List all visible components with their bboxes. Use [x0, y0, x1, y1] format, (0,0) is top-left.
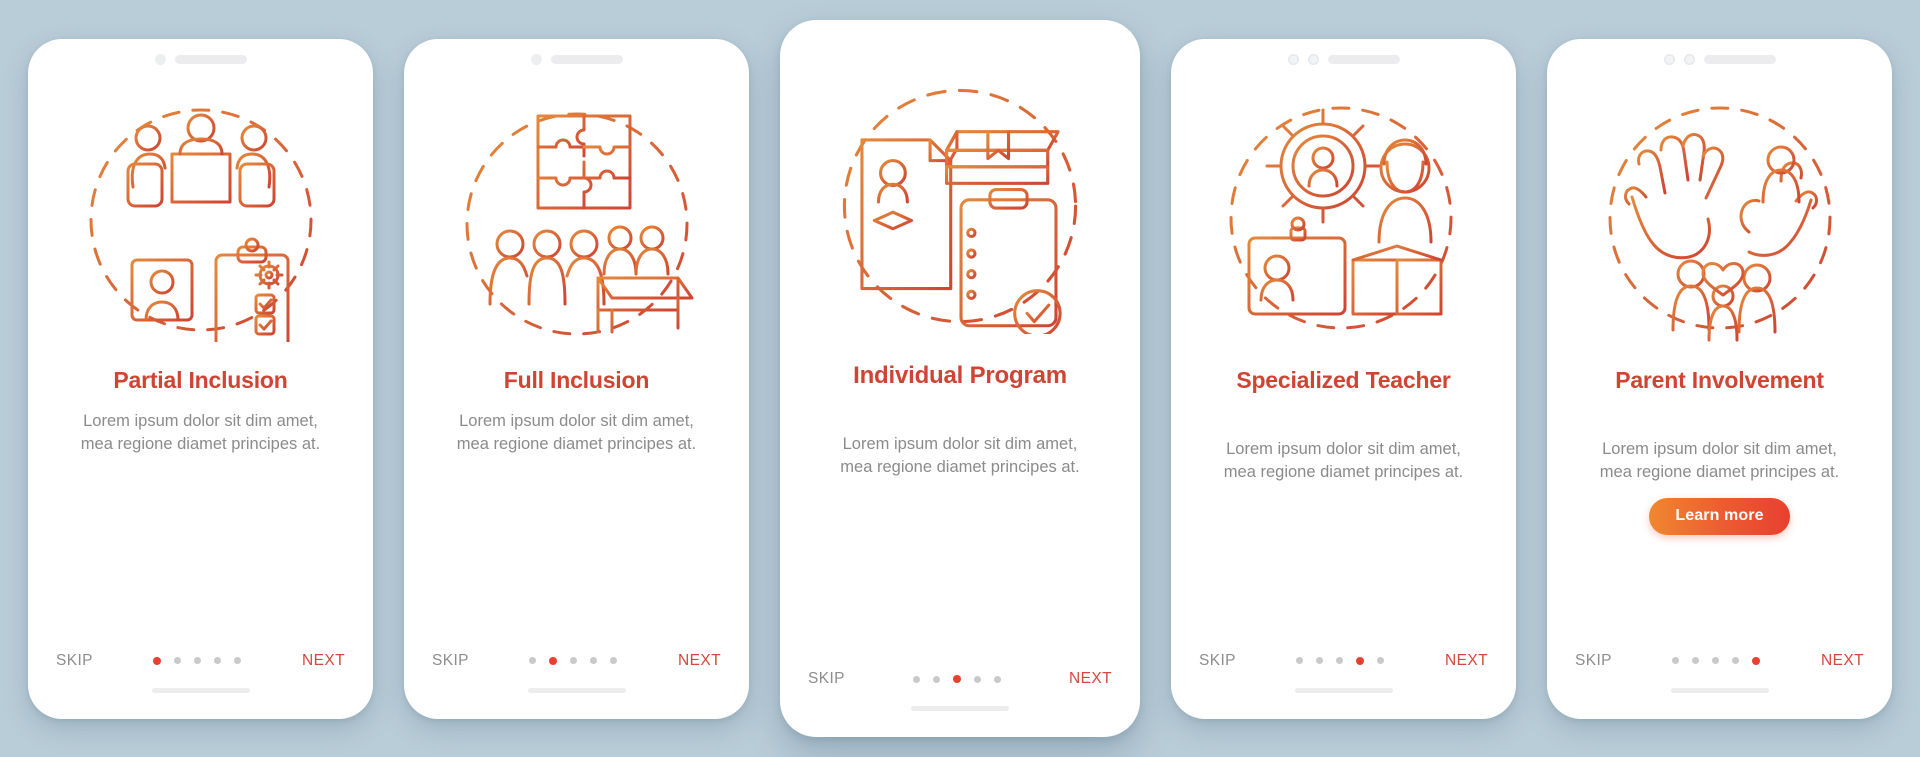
- speaker-icon: [1327, 55, 1400, 64]
- skip-button[interactable]: SKIP: [1199, 652, 1236, 670]
- phone-notch: [1191, 43, 1496, 77]
- step-dot-4[interactable]: [214, 657, 222, 664]
- onboarding-screens-stage: Partial Inclusion Lorem ipsum dolor sit …: [0, 0, 1920, 757]
- home-indicator: [1294, 687, 1393, 693]
- next-button[interactable]: NEXT: [302, 652, 345, 670]
- step-dot-3[interactable]: [194, 657, 202, 664]
- home-indicator: [911, 706, 1009, 711]
- step-dot-5[interactable]: [234, 657, 242, 664]
- step-dot-4[interactable]: [590, 657, 598, 664]
- sensor-icon: [1307, 54, 1319, 65]
- skip-button[interactable]: SKIP: [1575, 652, 1612, 670]
- skip-button[interactable]: SKIP: [56, 652, 93, 670]
- skip-button[interactable]: SKIP: [432, 652, 469, 670]
- step-dot-5[interactable]: [610, 657, 618, 664]
- onboarding-nav: SKIP NEXT: [800, 670, 1120, 688]
- screen-body-text: Lorem ipsum dolor sit dim amet, mea regi…: [840, 435, 1080, 477]
- screen-title: Parent Involvement: [1615, 366, 1824, 393]
- phone-screen-specialized-teacher: Specialized Teacher Lorem ipsum dolor si…: [1171, 38, 1516, 719]
- learn-more-button[interactable]: Learn more: [1649, 498, 1790, 536]
- step-dot-1[interactable]: [1672, 657, 1680, 664]
- step-dot-1[interactable]: [529, 657, 537, 664]
- step-dot-5[interactable]: [1377, 657, 1385, 664]
- camera-icon: [1287, 54, 1299, 65]
- screen-title: Full Inclusion: [503, 366, 650, 393]
- speaker-icon: [1703, 55, 1776, 64]
- camera-icon: [1663, 54, 1675, 65]
- step-dot-2[interactable]: [1316, 657, 1324, 664]
- phone-notch: [48, 43, 353, 77]
- screen-body-text: Lorem ipsum dolor sit dim amet, mea regi…: [80, 411, 321, 453]
- step-dot-4[interactable]: [973, 675, 981, 683]
- phone-notch: [424, 43, 729, 77]
- phone-screen-partial-inclusion: Partial Inclusion Lorem ipsum dolor sit …: [28, 38, 373, 719]
- next-button[interactable]: NEXT: [1069, 670, 1112, 688]
- illustration-gear-person-badge-teacher: [1191, 81, 1496, 353]
- camera-icon: [154, 54, 166, 65]
- phone-screen-parent-involvement: Parent Involvement Lorem ipsum dolor sit…: [1547, 38, 1892, 719]
- home-indicator: [527, 687, 626, 693]
- home-indicator: [1670, 687, 1769, 693]
- phone-screen-full-inclusion: Full Inclusion Lorem ipsum dolor sit dim…: [404, 38, 749, 719]
- step-dots: [529, 656, 618, 665]
- illustration-meeting-table-org-chart-checklist: [48, 81, 353, 353]
- phone-notch: [1567, 43, 1872, 77]
- step-dots: [912, 675, 1001, 683]
- step-dots: [1672, 656, 1761, 665]
- step-dots: [1296, 656, 1385, 665]
- illustration-resume-books-checklist: [800, 62, 1120, 348]
- onboarding-nav: SKIP NEXT: [1191, 652, 1496, 670]
- home-indicator: [151, 687, 250, 693]
- screen-title: Specialized Teacher: [1236, 366, 1451, 393]
- step-dot-1[interactable]: [912, 675, 920, 683]
- step-dot-1[interactable]: [1296, 657, 1304, 664]
- onboarding-nav: SKIP NEXT: [424, 652, 729, 670]
- sensor-icon: [1683, 54, 1695, 65]
- screen-body-text: Lorem ipsum dolor sit dim amet, mea regi…: [1223, 439, 1464, 481]
- step-dot-3[interactable]: [952, 675, 961, 683]
- camera-icon: [530, 54, 542, 65]
- step-dot-1[interactable]: [153, 656, 162, 665]
- step-dot-3[interactable]: [570, 657, 578, 664]
- step-dot-3[interactable]: [1712, 657, 1720, 664]
- next-button[interactable]: NEXT: [1445, 652, 1488, 670]
- illustration-puzzle-people-classroom: [424, 81, 729, 353]
- step-dot-3[interactable]: [1336, 657, 1344, 664]
- onboarding-nav: SKIP NEXT: [48, 652, 353, 670]
- step-dot-2[interactable]: [549, 656, 558, 665]
- step-dots: [153, 656, 242, 665]
- speaker-icon: [550, 55, 623, 64]
- illustration-hands-family-heart: [1567, 81, 1872, 353]
- skip-button[interactable]: SKIP: [808, 670, 845, 688]
- next-button[interactable]: NEXT: [678, 652, 721, 670]
- step-dot-4[interactable]: [1356, 656, 1365, 665]
- step-dot-2[interactable]: [1692, 657, 1700, 664]
- speaker-icon: [174, 55, 247, 64]
- step-dot-2[interactable]: [174, 657, 182, 664]
- screen-title: Partial Inclusion: [113, 366, 288, 393]
- phone-screen-individual-program: Individual Program Lorem ipsum dolor sit…: [780, 20, 1140, 737]
- step-dot-5[interactable]: [1752, 656, 1761, 665]
- screen-title: Individual Program: [853, 362, 1067, 389]
- onboarding-nav: SKIP NEXT: [1567, 652, 1872, 670]
- step-dot-4[interactable]: [1732, 657, 1740, 664]
- step-dot-5[interactable]: [993, 675, 1001, 683]
- screen-body-text: Lorem ipsum dolor sit dim amet, mea regi…: [1599, 439, 1840, 481]
- step-dot-2[interactable]: [932, 675, 940, 683]
- screen-body-text: Lorem ipsum dolor sit dim amet, mea regi…: [456, 411, 697, 453]
- next-button[interactable]: NEXT: [1821, 652, 1864, 670]
